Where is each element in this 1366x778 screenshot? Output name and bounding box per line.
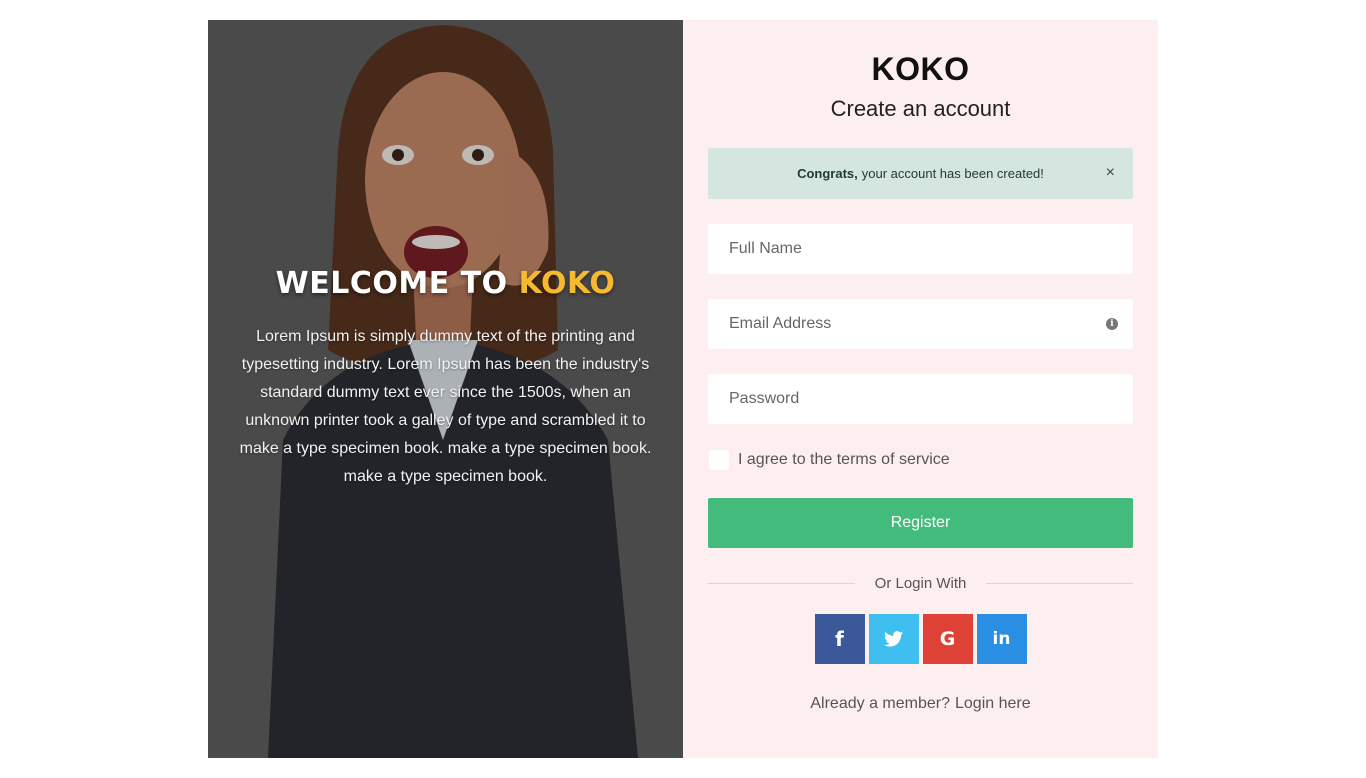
- terms-label[interactable]: I agree to the terms of service: [738, 451, 950, 469]
- hero-title: WELCOME TO KOKO: [208, 266, 683, 301]
- info-icon: i: [1106, 318, 1118, 330]
- brand-title: KOKO: [871, 51, 970, 87]
- linkedin-icon: in: [992, 629, 1011, 649]
- email-field: i: [708, 299, 1133, 349]
- login-divider: Or Login With: [708, 575, 1134, 592]
- login-link[interactable]: Login here: [955, 695, 1031, 712]
- signup-card: WELCOME TO KOKO Lorem Ipsum is simply du…: [208, 20, 1158, 758]
- full-name-field: [708, 224, 1133, 274]
- form-subtitle: Create an account: [830, 96, 1011, 121]
- member-row: Already a member? Login here: [708, 695, 1133, 713]
- hero-title-prefix: WELCOME TO: [275, 266, 508, 301]
- alert-message: your account has been created!: [861, 166, 1044, 181]
- register-button[interactable]: Register: [708, 498, 1133, 548]
- member-text: Already a member?: [810, 695, 950, 712]
- alert-strong: Congrats,: [797, 166, 858, 181]
- twitter-login-button[interactable]: [868, 614, 919, 664]
- divider-line-right: [986, 583, 1134, 584]
- google-icon: G: [939, 628, 956, 650]
- hero-panel: WELCOME TO KOKO Lorem Ipsum is simply du…: [208, 20, 683, 758]
- terms-row: I agree to the terms of service: [708, 449, 1133, 471]
- password-field: [708, 374, 1133, 424]
- close-icon[interactable]: ×: [1106, 164, 1115, 182]
- facebook-login-button[interactable]: f: [814, 614, 865, 664]
- hero-text: WELCOME TO KOKO Lorem Ipsum is simply du…: [208, 266, 683, 491]
- hero-description: Lorem Ipsum is simply dummy text of the …: [239, 328, 652, 485]
- facebook-icon: f: [835, 627, 844, 651]
- email-input[interactable]: [708, 299, 1133, 349]
- full-name-input[interactable]: [708, 224, 1133, 274]
- hero-title-brand: KOKO: [518, 266, 616, 301]
- password-input[interactable]: [708, 374, 1133, 424]
- social-login-buttons: f G in: [708, 614, 1133, 664]
- terms-checkbox[interactable]: [709, 450, 729, 470]
- signup-form-panel: KOKO Create an account Congrats, your ac…: [683, 20, 1158, 758]
- linkedin-login-button[interactable]: in: [976, 614, 1027, 664]
- divider-text: Or Login With: [874, 575, 967, 592]
- google-login-button[interactable]: G: [922, 614, 973, 664]
- success-alert: Congrats, your account has been created!…: [708, 148, 1133, 199]
- divider-line-left: [708, 583, 855, 584]
- twitter-icon: [884, 631, 903, 647]
